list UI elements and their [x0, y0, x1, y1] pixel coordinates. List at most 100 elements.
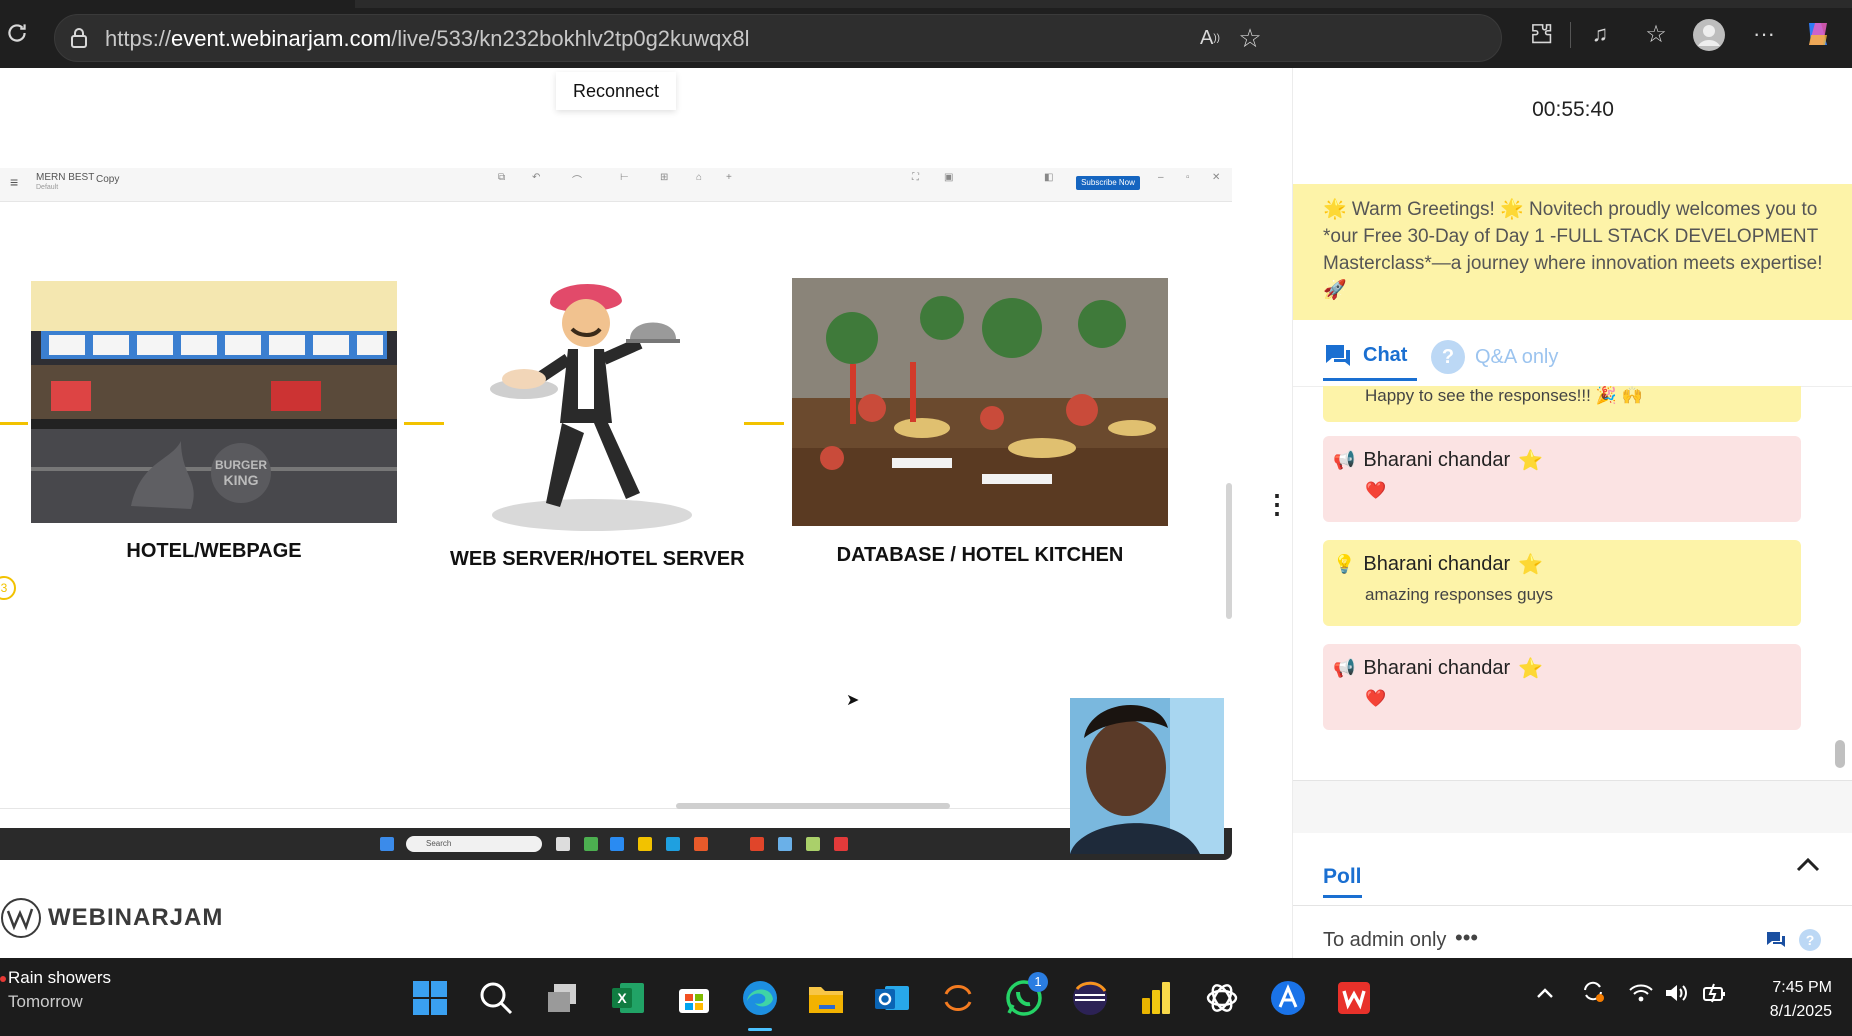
excel-icon[interactable]: X: [608, 978, 648, 1018]
power-bi-icon[interactable]: [1136, 978, 1176, 1018]
shared-doc-title: MERN BEST: [36, 172, 95, 183]
weather-alert-dot: [0, 976, 6, 982]
search-icon[interactable]: [476, 978, 516, 1018]
wifi-icon[interactable]: [1628, 982, 1654, 1010]
menu-icon: ≡: [10, 174, 19, 190]
hotel-image: BURGER KING: [31, 281, 397, 523]
chevron-up-tray-icon[interactable]: [1534, 982, 1556, 1010]
profile-avatar-icon[interactable]: [1692, 18, 1726, 52]
favorites-icon[interactable]: ☆: [1640, 18, 1672, 50]
weather-widget[interactable]: Rain showers Tomorrow: [8, 966, 111, 1014]
mini-app-icon: [750, 837, 764, 851]
outlook-icon[interactable]: [872, 978, 912, 1018]
app-a-icon[interactable]: [1268, 978, 1308, 1018]
mini-app-icon: [556, 837, 570, 851]
shared-taskbar: Search: [0, 828, 1232, 860]
connector-line: [404, 422, 444, 425]
url-text[interactable]: https://event.webinarjam.com/live/533/kn…: [105, 26, 750, 52]
sync-tray-icon[interactable]: [1580, 978, 1606, 1010]
chat-scrollbar[interactable]: [1835, 740, 1845, 768]
stream-pane: Reconnect ≡ MERN BEST Default Copy ⧉ ↶ ⌒…: [0, 68, 1292, 958]
footer-band: [1293, 781, 1852, 833]
shared-close-icon: ✕: [1212, 172, 1221, 183]
windows-taskbar: Rain showers Tomorrow X 1 7:45 PM 8/1/20…: [0, 958, 1852, 1036]
extensions-icon[interactable]: [1526, 18, 1558, 50]
shared-tool-icon: ⧉: [498, 172, 506, 183]
tab-qa[interactable]: ? Q&A only: [1431, 333, 1558, 381]
refresh-icon[interactable]: [2, 18, 32, 48]
to-admin-selector[interactable]: To admin only: [1323, 929, 1446, 952]
svg-text:KING: KING: [224, 472, 259, 488]
weather-title: Rain showers: [8, 968, 111, 987]
address-bar[interactable]: https://event.webinarjam.com/live/533/kn…: [54, 14, 1502, 62]
more-vertical-icon[interactable]: ⋮: [1264, 491, 1290, 534]
volume-icon[interactable]: [1664, 982, 1690, 1010]
chat-message-text: ❤️: [1365, 689, 1387, 708]
connector-line: [0, 422, 28, 425]
svg-text:X: X: [617, 990, 627, 1006]
logo-text: WEBINARJAM: [48, 904, 224, 931]
chat-sidebar: 00:55:40 🌟 Warm Greetings! 🌟 Novitech pr…: [1292, 68, 1852, 1017]
mini-search-box: Search: [406, 836, 542, 852]
shared-tool-icon: +: [726, 172, 732, 183]
more-options-icon[interactable]: ···: [1748, 18, 1780, 50]
system-clock[interactable]: 7:45 PM 8/1/2025: [1770, 976, 1832, 1024]
task-view-icon[interactable]: [542, 978, 582, 1018]
more-horizontal-icon[interactable]: •••: [1455, 925, 1478, 951]
chat-mode-icon[interactable]: [1765, 929, 1787, 956]
media-control-icon[interactable]: ♫: [1584, 18, 1616, 50]
qa-mode-icon[interactable]: ?: [1799, 929, 1821, 951]
poll-divider: [1293, 905, 1852, 906]
chat-message: Happy to see the responses!!! 🎉 🙌: [1323, 386, 1801, 422]
mini-app-icon: [834, 837, 848, 851]
chatgpt-icon[interactable]: [1202, 978, 1242, 1018]
read-aloud-icon[interactable]: A)): [1195, 23, 1225, 53]
question-icon: ?: [1431, 340, 1465, 374]
mini-app-icon: [666, 837, 680, 851]
shared-minimize-icon: –: [1158, 172, 1164, 183]
mini-app-icon: [638, 837, 652, 851]
shared-tool-icon: ⊞: [660, 172, 669, 183]
favorite-star-icon[interactable]: ☆: [1235, 23, 1265, 53]
session-timer: 00:55:40: [1532, 98, 1614, 121]
mini-app-icon: [694, 837, 708, 851]
chat-author: Bharani chandar: [1363, 449, 1511, 471]
shared-maximize-icon: ▫: [1186, 172, 1190, 183]
weather-subtitle: Tomorrow: [8, 992, 83, 1011]
webinarjam-logo-icon: [1, 898, 41, 938]
file-explorer-icon[interactable]: [806, 978, 846, 1018]
wps-office-icon[interactable]: [1334, 978, 1374, 1018]
stream-scrollbar[interactable]: [1226, 483, 1232, 619]
shared-tool-icon: ⌂: [696, 172, 703, 183]
shared-tool-icon: ↶: [532, 172, 541, 183]
mini-app-icon: [778, 837, 792, 851]
tab-chat-label: Chat: [1363, 344, 1408, 366]
tab-chat[interactable]: Chat: [1323, 333, 1418, 381]
chat-message-text: Happy to see the responses!!! 🎉 🙌: [1365, 386, 1643, 405]
copilot-icon[interactable]: [1800, 16, 1836, 52]
browser-toolbar: https://event.webinarjam.com/live/533/kn…: [0, 0, 1852, 68]
chevron-up-icon[interactable]: [1795, 849, 1821, 880]
chat-bubble-icon: [1326, 344, 1350, 366]
lock-icon[interactable]: [69, 27, 89, 54]
eclipse-icon[interactable]: [1070, 978, 1110, 1018]
chat-footer: Poll To admin only ••• ?: [1293, 780, 1852, 1017]
connector-line: [744, 422, 784, 425]
reconnect-button[interactable]: Reconnect: [556, 72, 676, 110]
chat-author: Bharani chandar: [1363, 553, 1511, 575]
app-sync-icon[interactable]: [938, 978, 978, 1018]
chat-message-list[interactable]: Happy to see the responses!!! 🎉 🙌 📢 Bhar…: [1293, 386, 1833, 774]
start-icon[interactable]: [410, 978, 450, 1018]
mouse-cursor-icon: ➤: [846, 692, 860, 709]
clock-time: 7:45 PM: [1772, 979, 1832, 996]
active-app-indicator: [748, 1028, 772, 1031]
battery-charging-icon[interactable]: [1702, 982, 1728, 1010]
edge-browser-icon[interactable]: [740, 978, 780, 1018]
shared-subscribe-button: Subscribe Now: [1076, 176, 1140, 190]
shared-doc-copy: Copy: [96, 174, 120, 185]
tab-poll[interactable]: Poll: [1323, 865, 1362, 898]
shared-doc-subtitle: Default: [36, 184, 59, 191]
store-icon[interactable]: [674, 978, 714, 1018]
tab-qa-label: Q&A only: [1475, 345, 1559, 368]
lightbulb-icon: 💡: [1333, 554, 1356, 574]
